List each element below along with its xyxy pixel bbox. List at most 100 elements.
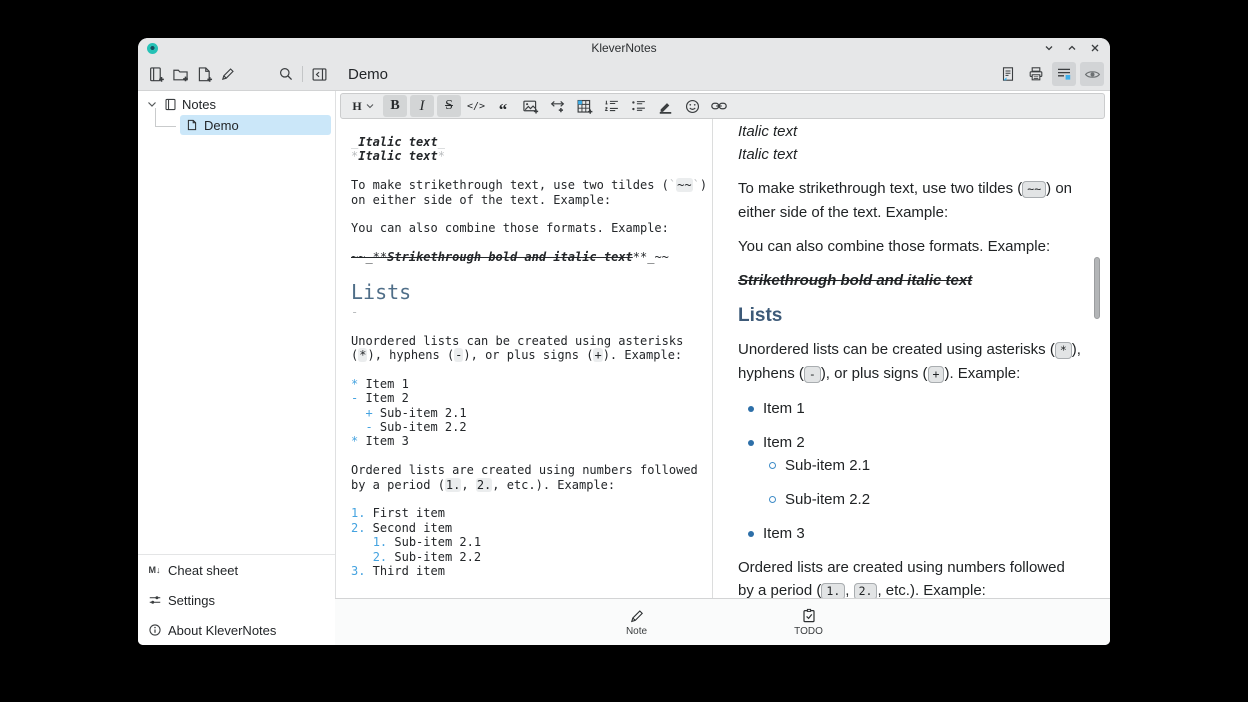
text-segment [351, 535, 373, 549]
heading-button[interactable]: H [347, 95, 380, 117]
sidebar: Notes Demo M↓ Cheat sheet [138, 91, 336, 645]
new-notebook-button[interactable] [144, 62, 168, 86]
maximize-button[interactable] [1065, 41, 1079, 55]
rename-button[interactable] [216, 62, 240, 86]
link-icon [549, 98, 566, 115]
tree-connector [155, 108, 176, 127]
preview-li: Sub-item 2.1 [738, 454, 1082, 477]
text-segment: To make strikethrough text, use two tild… [738, 180, 1022, 197]
text-segment: ~~_** [351, 250, 387, 264]
printer-icon [1028, 66, 1044, 82]
search-button[interactable] [274, 62, 298, 86]
text-segment: ). Example: [603, 348, 682, 362]
bullet-list-button[interactable] [626, 95, 650, 117]
insert-link-button[interactable] [545, 95, 569, 117]
text-segment: Item 3 [358, 434, 409, 448]
sidebar-item-demo-note[interactable]: Demo [180, 115, 331, 135]
text-segment [351, 420, 365, 434]
todo-tab[interactable]: TODO [774, 608, 844, 637]
highlight-button[interactable] [653, 95, 677, 117]
code-button[interactable]: </> [464, 95, 488, 117]
todo-icon [801, 608, 817, 624]
sliders-icon [147, 593, 162, 607]
new-folder-button[interactable] [168, 62, 192, 86]
text-segment: Sub-item 2.2 [785, 491, 870, 508]
text-segment: _ [438, 135, 445, 149]
text-segment: + [365, 406, 372, 420]
text-segment: Item 2 [763, 434, 805, 451]
preview-p: Italic text [738, 143, 1082, 166]
chevron-up-icon [1066, 42, 1078, 54]
editor-line: * Item 3 [351, 434, 708, 448]
link-note-button[interactable] [707, 95, 731, 117]
preview-p: Ordered lists are created using numbers … [738, 556, 1082, 600]
editor-line: *Italic text* [351, 149, 708, 163]
collapse-sidebar-button[interactable] [307, 62, 331, 86]
italic-button[interactable]: I [410, 95, 434, 117]
text-segment: 2. [476, 478, 492, 492]
preview-p: To make strikethrough text, use two tild… [738, 177, 1082, 224]
editor-line [351, 164, 708, 178]
text-segment: * [1055, 342, 1072, 359]
strikethrough-button[interactable]: S [437, 95, 461, 117]
settings-item[interactable]: Settings [138, 585, 335, 615]
markdown-editor[interactable]: _Italic text_*Italic text* To make strike… [335, 119, 713, 599]
view-source-button[interactable] [996, 62, 1020, 86]
notebook-add-icon [148, 66, 165, 83]
preview-p: You can also combine those formats. Exam… [738, 235, 1082, 258]
quote-button[interactable]: “ [491, 95, 515, 117]
preview-p: Italic text [738, 120, 1082, 143]
text-segment: Second item [365, 521, 452, 535]
split-view: _Italic text_*Italic text*To make strike… [335, 119, 1110, 599]
text-segment: 2. [351, 521, 365, 535]
strikethrough-glyph: S [445, 98, 453, 114]
tree-root-label: Notes [182, 97, 216, 112]
preview-toggle-button[interactable] [1080, 62, 1104, 86]
pencil-icon [629, 608, 645, 624]
note-tab[interactable]: Note [602, 608, 672, 637]
print-button[interactable] [1024, 62, 1048, 86]
text-segment: Unordered lists can be created using ast… [738, 341, 1055, 358]
editor-line: 2. Sub-item 2.2 [351, 550, 708, 564]
about-item[interactable]: About KleverNotes [138, 615, 335, 645]
editor-toggle-button[interactable] [1052, 62, 1076, 86]
preview-p: Unordered lists can be created using ast… [738, 338, 1082, 386]
text-segment: **_~~ [633, 250, 669, 264]
editor-line: ~~_**Strikethrough bold and italic text*… [351, 250, 708, 264]
window-title: KleverNotes [138, 41, 1110, 55]
bold-button[interactable]: B [383, 95, 407, 117]
text-segment: 1. [351, 506, 365, 520]
note-tab-label: Note [626, 626, 647, 637]
cheat-sheet-item[interactable]: M↓ Cheat sheet [138, 555, 335, 585]
chevron-down-icon [365, 101, 375, 111]
insert-table-button[interactable] [572, 95, 596, 117]
text-segment: , etc.). Example: [877, 582, 985, 599]
insert-image-button[interactable] [518, 95, 542, 117]
main-area: H B I S </> “ [335, 91, 1110, 645]
todo-tab-label: TODO [794, 626, 823, 637]
sidebar-collapse-icon [311, 66, 328, 83]
pencil-icon [220, 66, 236, 82]
sidebar-toolbar [138, 58, 335, 90]
editor-line: (*), hyphens (-), or plus signs (+). Exa… [351, 348, 708, 362]
editor-line [351, 362, 708, 376]
preview-h2: Lists [738, 303, 1082, 329]
editor-line: _Italic text_ [351, 135, 708, 149]
preview-scrollbar-thumb[interactable] [1094, 257, 1100, 319]
editor-line: To make strikethrough text, use two tild… [351, 178, 708, 192]
close-button[interactable] [1088, 41, 1102, 55]
new-note-button[interactable] [192, 62, 216, 86]
editor-line: - Item 2 [351, 391, 708, 405]
text-segment: , [845, 582, 853, 599]
text-segment: You can also combine those formats. Exam… [738, 238, 1050, 255]
text-segment: Strikethrough bold and italic text [738, 272, 972, 289]
text-segment: ), or plus signs ( [821, 365, 928, 382]
emoji-button[interactable] [680, 95, 704, 117]
text-segment: * [438, 149, 445, 163]
ordered-list-button[interactable] [599, 95, 623, 117]
minimize-button[interactable] [1042, 41, 1056, 55]
header-row: Demo [138, 58, 1110, 91]
editor-line: * Item 1 [351, 377, 708, 391]
close-icon [1089, 42, 1101, 54]
settings-label: Settings [168, 593, 215, 608]
